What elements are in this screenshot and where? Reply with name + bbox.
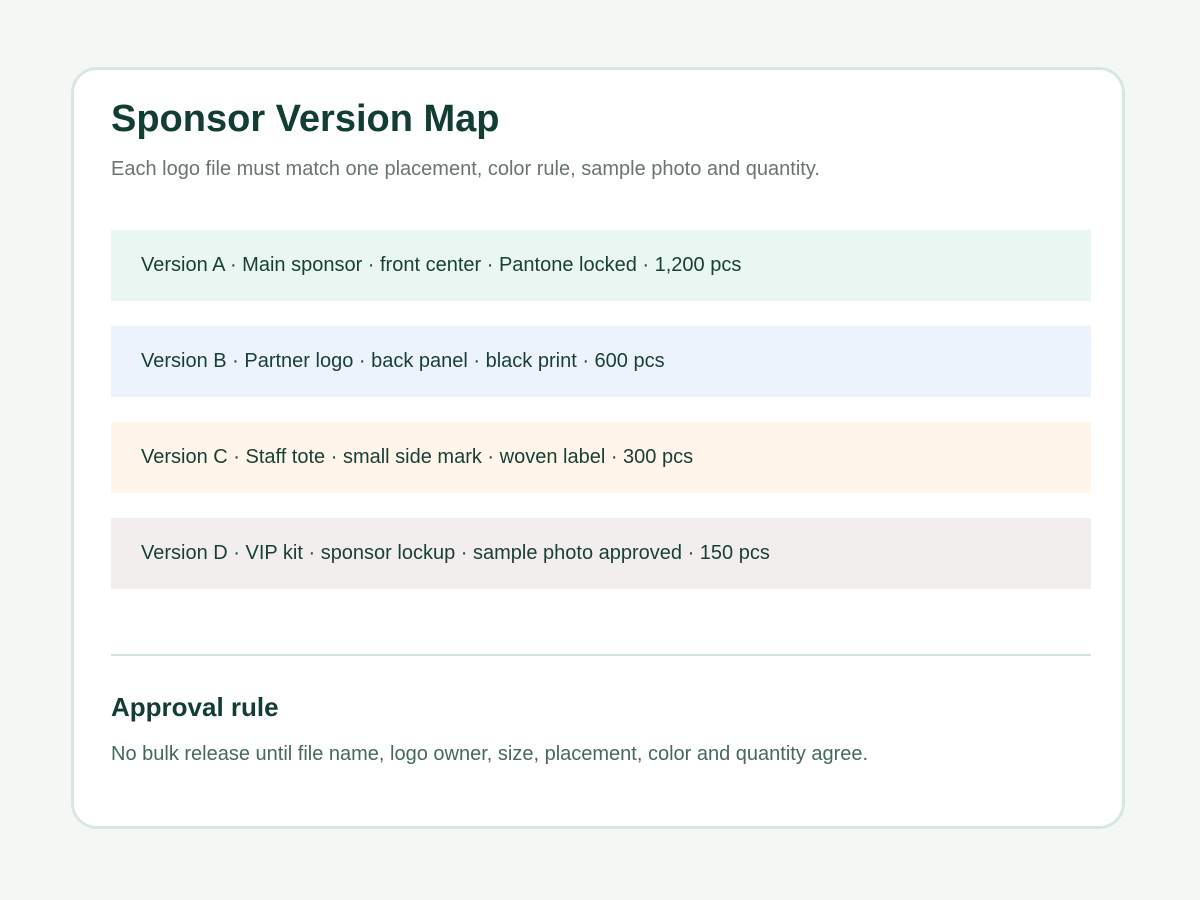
section-divider (111, 654, 1091, 656)
approval-rule-heading: Approval rule (111, 692, 279, 722)
version-row-b-text: Version B · Partner logo · back panel · … (141, 350, 665, 372)
version-row-c-text: Version C · Staff tote · small side mark… (141, 446, 694, 468)
version-row-d: Version D · VIP kit · sponsor lockup · s… (111, 518, 1091, 589)
version-row-d-text: Version D · VIP kit · sponsor lockup · s… (141, 542, 770, 564)
version-row-c: Version C · Staff tote · small side mark… (111, 422, 1091, 493)
page-subtitle: Each logo file must match one placement,… (111, 158, 820, 180)
version-row-a: Version A · Main sponsor · front center … (111, 230, 1091, 301)
page-title: Sponsor Version Map (111, 98, 500, 140)
version-row-b: Version B · Partner logo · back panel · … (111, 326, 1091, 397)
sponsor-version-card: Sponsor Version Map Each logo file must … (71, 67, 1125, 829)
approval-rule-text: No bulk release until file name, logo ow… (111, 743, 869, 765)
version-row-a-text: Version A · Main sponsor · front center … (141, 254, 742, 276)
